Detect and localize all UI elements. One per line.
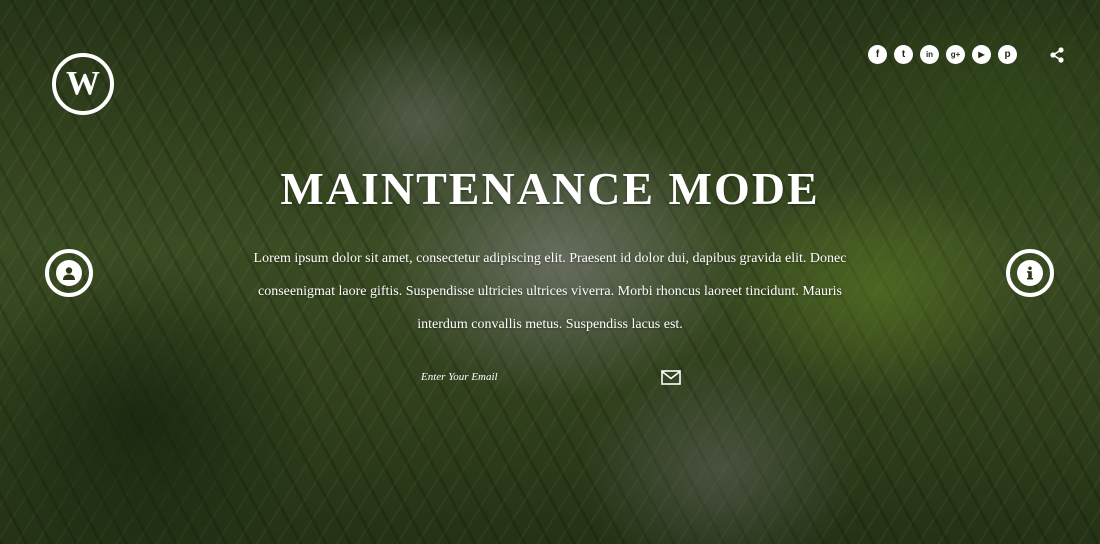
share-icon[interactable]	[1047, 45, 1066, 64]
subscribe-form	[412, 364, 682, 390]
info-button[interactable]	[1006, 249, 1054, 297]
linkedin-icon[interactable]: in	[920, 45, 939, 64]
logo-letter: W	[66, 65, 100, 102]
page-description: Lorem ipsum dolor sit amet, consectetur …	[253, 251, 847, 332]
facebook-icon[interactable]: f	[868, 45, 887, 64]
envelope-icon	[661, 369, 682, 385]
pinterest-icon[interactable]: p	[998, 45, 1017, 64]
user-button[interactable]	[45, 249, 93, 297]
user-icon	[56, 260, 82, 286]
twitter-icon[interactable]: t	[894, 45, 913, 64]
email-field[interactable]	[412, 366, 647, 388]
google-plus-icon[interactable]: g+	[946, 45, 965, 64]
logo[interactable]: W	[52, 53, 114, 115]
youtube-icon[interactable]: ▶	[972, 45, 991, 64]
info-icon	[1017, 260, 1043, 286]
social-links: f t in g+ ▶ p	[868, 45, 1066, 64]
page-title: MAINTENANCE MODE	[280, 163, 820, 214]
subscribe-button[interactable]	[660, 366, 682, 388]
